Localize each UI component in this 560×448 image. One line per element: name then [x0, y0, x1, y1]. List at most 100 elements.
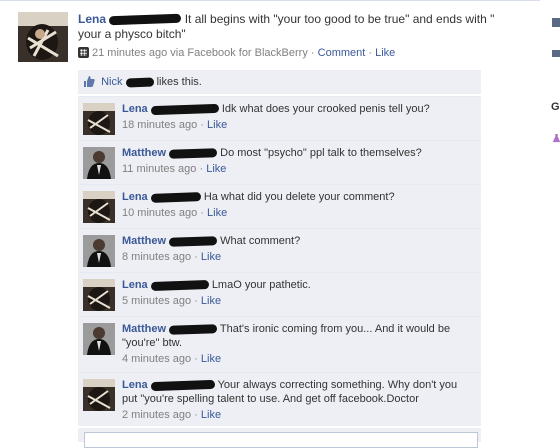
redacted-surname: [168, 323, 218, 335]
separator: ·: [194, 295, 198, 307]
avatar-photo: [18, 12, 68, 62]
post-message-line: Lena It all begins with "your too good t…: [78, 12, 518, 42]
blackberry-icon: [78, 47, 89, 58]
comment-body: Lena Ha what did you delete your comment…: [122, 190, 472, 220]
comment-time[interactable]: 10 minutes ago: [122, 207, 197, 219]
separator: ·: [368, 47, 373, 59]
comment-author[interactable]: Lena: [122, 191, 148, 203]
comment-body: Matthew Do most "psycho" ppl talk to the…: [122, 146, 472, 176]
redacted-surname: [168, 235, 218, 247]
redacted-surname: [150, 191, 201, 203]
comment-time[interactable]: 5 minutes ago: [122, 295, 191, 307]
separator: ·: [199, 163, 204, 175]
separator: ·: [194, 409, 198, 421]
separator: ·: [310, 47, 315, 59]
comment-like-link[interactable]: Like: [201, 409, 221, 421]
comment-like-link[interactable]: Like: [206, 163, 226, 175]
comment-item: Lena Your always correcting something. W…: [78, 372, 481, 426]
comment-time[interactable]: 4 minutes ago: [122, 353, 191, 365]
comment-time[interactable]: 11 minutes ago: [122, 163, 196, 175]
comment-author[interactable]: Lena: [122, 379, 148, 391]
commenter-avatar[interactable]: [83, 235, 115, 267]
like-link[interactable]: Like: [375, 47, 395, 59]
avatar-photo: [83, 147, 115, 179]
comment-item: Lena Ha what did you delete your comment…: [78, 184, 481, 228]
avatar-photo: [83, 323, 115, 355]
post-time[interactable]: 21 minutes ago: [92, 47, 167, 59]
separator: ·: [200, 207, 204, 219]
comment-like-link[interactable]: Like: [207, 207, 227, 219]
comment-text: Idk what does your crooked penis tell yo…: [221, 103, 430, 115]
comment-author[interactable]: Lena: [122, 103, 148, 115]
comment-item: Matthew Do most "psycho" ppl talk to the…: [78, 140, 481, 184]
comment-meta: 4 minutes ago · Like: [122, 352, 472, 366]
top-divider: [0, 0, 540, 5]
comment-meta: 11 minutes ago · Like: [122, 162, 472, 176]
comment-input[interactable]: [84, 432, 478, 448]
post-author-name[interactable]: Lena: [78, 12, 106, 26]
right-sidebar-edge: [541, 0, 560, 440]
flask-icon[interactable]: [552, 134, 560, 143]
comment-time[interactable]: 18 minutes ago: [122, 119, 197, 131]
comment-meta: 18 minutes ago · Like: [122, 118, 472, 132]
commenter-avatar[interactable]: [83, 279, 115, 311]
commenter-avatar[interactable]: [83, 323, 115, 355]
comment-meta: 2 minutes ago · Like: [122, 408, 472, 422]
right-sidebar-heading: G: [551, 101, 560, 113]
comment-like-link[interactable]: Like: [207, 119, 227, 131]
comment-time[interactable]: 8 minutes ago: [122, 251, 191, 263]
comment-meta: 8 minutes ago · Like: [122, 250, 472, 264]
via-blackberry-link[interactable]: via Facebook for BlackBerry: [170, 47, 308, 59]
redacted-surname: [109, 14, 182, 26]
liker-name[interactable]: Nick: [101, 76, 122, 88]
comment-link[interactable]: Comment: [318, 47, 366, 59]
redacted-surname: [150, 103, 219, 115]
comment-body: Lena Your always correcting something. W…: [122, 378, 472, 422]
separator: ·: [194, 353, 198, 365]
comment-item: Matthew What comment? 8 minutes ago · Li…: [78, 228, 481, 272]
post-content: Lena It all begins with "your too good t…: [78, 12, 518, 60]
comment-author[interactable]: Matthew: [122, 147, 166, 159]
comment-item: Matthew That's ironic coming from you...…: [78, 316, 481, 372]
commenter-avatar[interactable]: [83, 147, 115, 179]
avatar-photo: [83, 379, 115, 411]
commenter-avatar[interactable]: [83, 191, 115, 223]
contacts-icon[interactable]: [552, 49, 560, 58]
comment-body: Matthew What comment? 8 minutes ago · Li…: [122, 234, 472, 264]
commenter-avatar[interactable]: [83, 379, 115, 411]
separator: ·: [200, 119, 204, 131]
comment-author[interactable]: Lena: [122, 279, 148, 291]
comment-body: Lena Idk what does your crooked penis te…: [122, 102, 472, 132]
comment-like-link[interactable]: Like: [201, 295, 221, 307]
avatar-photo: [83, 103, 115, 135]
separator: ·: [194, 251, 198, 263]
thumbs-up-icon: [84, 76, 95, 87]
comment-body: Matthew That's ironic coming from you...…: [122, 322, 472, 366]
redacted-surname: [150, 379, 215, 391]
likes-row: Nick likes this.: [78, 70, 481, 94]
comment-text: LmaO your pathetic.: [211, 279, 311, 291]
comment-text: Do most "psycho" ppl talk to themselves?: [220, 147, 422, 159]
redacted-surname: [125, 77, 154, 88]
avatar-photo: [83, 235, 115, 267]
comment-author[interactable]: Matthew: [122, 323, 166, 335]
redacted-surname: [168, 147, 218, 159]
comment-author[interactable]: Matthew: [122, 235, 166, 247]
avatar-photo: [83, 279, 115, 311]
comment-like-link[interactable]: Like: [201, 251, 221, 263]
likes-text: likes this.: [156, 76, 202, 88]
comment-meta: 5 minutes ago · Like: [122, 294, 472, 308]
post-author-avatar[interactable]: [18, 12, 68, 62]
post-meta: 21 minutes ago via Facebook for BlackBer…: [78, 46, 518, 60]
commenter-avatar[interactable]: [83, 103, 115, 135]
comment-item: Lena LmaO your pathetic. 5 minutes ago ·…: [78, 272, 481, 316]
comment-item: Lena Idk what does your crooked penis te…: [78, 96, 481, 140]
comment-text: Ha what did you delete your comment?: [203, 191, 395, 203]
comment-like-link[interactable]: Like: [201, 353, 221, 365]
comment-body: Lena LmaO your pathetic. 5 minutes ago ·…: [122, 278, 472, 308]
comment-time[interactable]: 2 minutes ago: [122, 409, 191, 421]
redacted-surname: [150, 279, 209, 291]
page-icon[interactable]: [552, 18, 560, 27]
avatar-photo: [83, 191, 115, 223]
comment-meta: 10 minutes ago · Like: [122, 206, 472, 220]
